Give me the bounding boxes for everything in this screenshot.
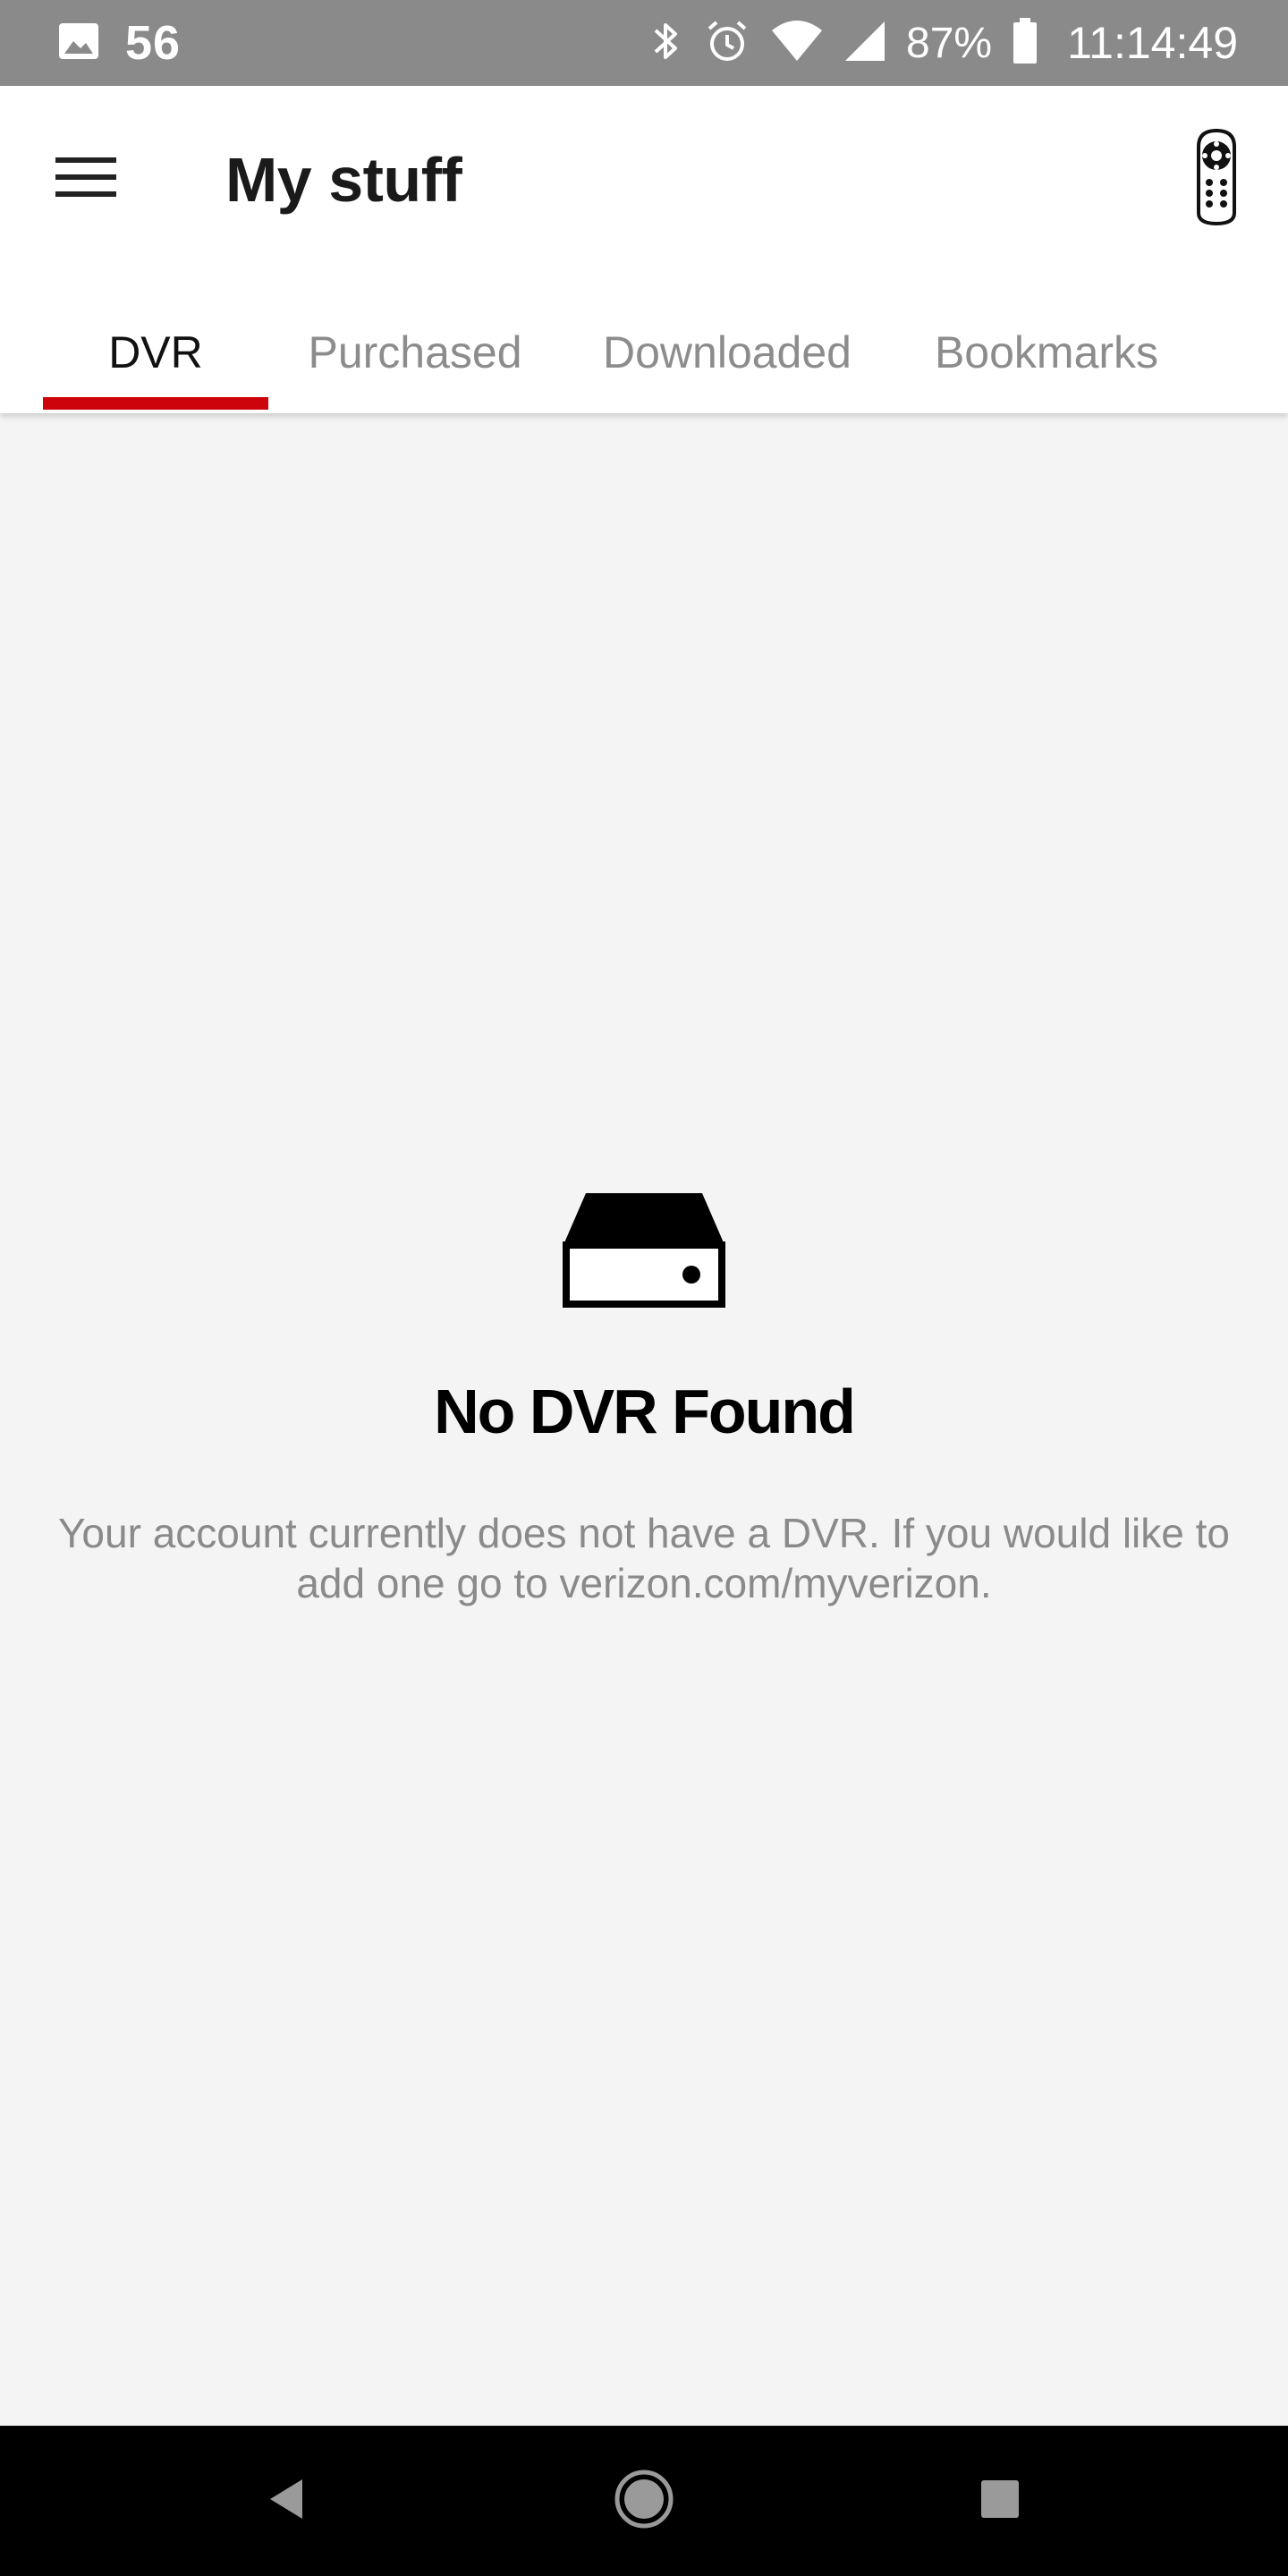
image-icon [57, 21, 100, 65]
empty-state-message: Your account currently does not have a D… [57, 1510, 1231, 1606]
remote-button[interactable] [1181, 125, 1252, 233]
empty-state: No DVR Found Your account currently does… [0, 1190, 1288, 1608]
empty-state-title: No DVR Found [434, 1377, 856, 1446]
battery-percent: 87% [906, 19, 993, 67]
status-bar: 56 87% 11:14:49 [0, 0, 1288, 86]
system-nav-bar [0, 2426, 1288, 2576]
dvr-box-icon [563, 1193, 725, 1308]
app-bar: My stuff DVR Purchased Downloaded Bookma… [0, 86, 1288, 413]
page-title: My stuff [225, 145, 462, 215]
clock: 11:14:49 [1067, 18, 1238, 68]
remote-control-icon [1191, 128, 1241, 230]
tab-dvr[interactable]: DVR [43, 292, 268, 413]
cell-signal-icon [843, 20, 886, 67]
back-icon [265, 2476, 308, 2527]
status-bar-right: 87% 11:14:49 [648, 0, 1238, 86]
back-button[interactable] [250, 2465, 322, 2537]
bluetooth-icon [648, 18, 684, 69]
home-icon [614, 2469, 674, 2534]
recents-icon [979, 2478, 1021, 2525]
tab-purchased[interactable]: Purchased [292, 292, 538, 413]
menu-button[interactable] [39, 132, 132, 225]
recents-button[interactable] [964, 2465, 1036, 2537]
wifi-icon [770, 20, 824, 67]
status-bar-left: 56 [0, 15, 181, 71]
active-tab-indicator [43, 397, 268, 410]
notification-count: 56 [125, 16, 182, 70]
battery-icon [1012, 17, 1038, 69]
tab-downloaded[interactable]: Downloaded [585, 292, 869, 413]
alarm-icon [704, 18, 750, 69]
hamburger-menu-icon [55, 156, 116, 203]
tab-bookmarks[interactable]: Bookmarks [912, 292, 1181, 413]
home-button[interactable] [608, 2465, 680, 2537]
tab-bar: DVR Purchased Downloaded Bookmarks [0, 292, 1288, 413]
